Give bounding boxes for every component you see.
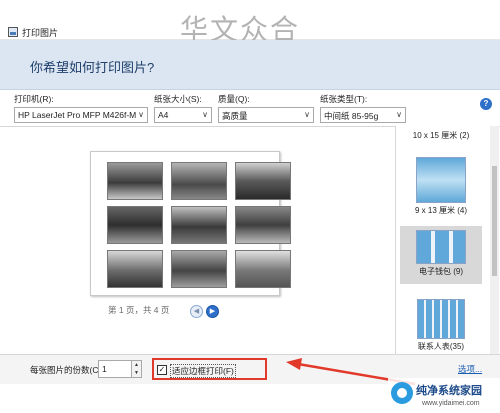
page-preview [90, 151, 291, 296]
photo-thumbnail [235, 162, 291, 200]
layout-scrollbar[interactable] [490, 126, 499, 354]
layout-thumbnail [417, 299, 465, 339]
photo-thumbnail [235, 206, 291, 244]
printer-value: HP LaserJet Pro MFP M426f-M [18, 110, 137, 120]
options-link[interactable]: 选项... [458, 363, 482, 375]
arrow-head [286, 358, 302, 370]
layout-label: 联系人表(35) [417, 342, 465, 351]
layout-thumbnail [416, 157, 466, 203]
layout-thumbnail [416, 230, 466, 264]
fit-to-frame-label[interactable]: 适应边框打印(F) [170, 364, 236, 378]
window-title: 打印图片 [22, 28, 59, 38]
header-band: 你希望如何打印图片? [0, 40, 500, 90]
quality-select[interactable]: 高质量 ∨ [218, 107, 314, 123]
page-indicator: 第 1 页，共 4 页 [108, 305, 170, 315]
previous-page-button[interactable]: ◀ [190, 305, 203, 318]
paper-size-label: 纸张大小(S): [154, 94, 202, 104]
site-domain: www.yidaimei.com [422, 400, 480, 407]
fit-to-frame-checkbox[interactable]: ✓ [157, 365, 167, 375]
paper-type-label: 纸张类型(T): [320, 94, 368, 104]
layout-item[interactable]: 9 x 13 厘米 (4) [400, 154, 482, 216]
print-settings: 打印机(R): HP LaserJet Pro MFP M426f-M ∨ 纸张… [0, 90, 500, 126]
quality-label: 质量(Q): [218, 94, 250, 104]
spin-up-icon[interactable]: ▲ [132, 361, 141, 369]
site-badge: 纯净系统家园 www.yidaimei.com [388, 378, 500, 413]
printer-select[interactable]: HP LaserJet Pro MFP M426f-M ∨ [14, 107, 148, 123]
copies-stepper[interactable]: ▲ ▼ [131, 360, 142, 378]
photo-thumbnail [107, 250, 163, 288]
chevron-down-icon: ∨ [138, 110, 144, 119]
layout-list: 10 x 15 厘米 (2) 9 x 13 厘米 (4) 电子钱包 (9) 联系… [395, 126, 495, 354]
chevron-down-icon: ∨ [202, 110, 208, 119]
chevron-down-icon: ∨ [304, 110, 310, 119]
paper-size-value: A4 [158, 110, 169, 120]
photo-thumbnail [107, 162, 163, 200]
layout-label: 电子钱包 (9) [419, 267, 463, 276]
layout-item[interactable]: 联系人表(35) [400, 296, 482, 352]
copies-label: 每张图片的份数(C): [30, 365, 104, 375]
layout-label: 10 x 15 厘米 (2) [412, 131, 470, 140]
photo-thumbnail [235, 250, 291, 288]
paper-type-value: 中间纸 85-95g [324, 111, 379, 121]
photo-thumbnail [171, 206, 227, 244]
copies-input[interactable]: 1 [98, 360, 132, 378]
layout-item[interactable]: 10 x 15 厘米 (2) [400, 130, 482, 141]
paper-size-select[interactable]: A4 ∨ [154, 107, 212, 123]
quality-value: 高质量 [222, 111, 248, 121]
layout-label: 9 x 13 厘米 (4) [414, 206, 467, 215]
photo-thumbnail [171, 250, 227, 288]
spin-down-icon[interactable]: ▼ [132, 369, 141, 377]
layout-item[interactable]: 电子钱包 (9) [400, 226, 482, 284]
page-prompt: 你希望如何打印图片? [30, 60, 155, 75]
site-logo-icon [391, 382, 413, 404]
paper-type-select[interactable]: 中间纸 85-95g ∨ [320, 107, 406, 123]
site-brand: 纯净系统家园 [416, 385, 482, 397]
next-page-button[interactable]: ▶ [206, 305, 219, 318]
help-icon[interactable]: ? [480, 98, 492, 110]
print-pictures-icon [8, 27, 18, 37]
printer-label: 打印机(R): [14, 94, 54, 104]
title-bar: 打印图片 华文众合 [0, 0, 500, 46]
chevron-down-icon: ∨ [396, 110, 402, 119]
photo-thumbnail [171, 162, 227, 200]
scrollbar-thumb[interactable] [492, 166, 497, 276]
photo-thumbnail [107, 206, 163, 244]
